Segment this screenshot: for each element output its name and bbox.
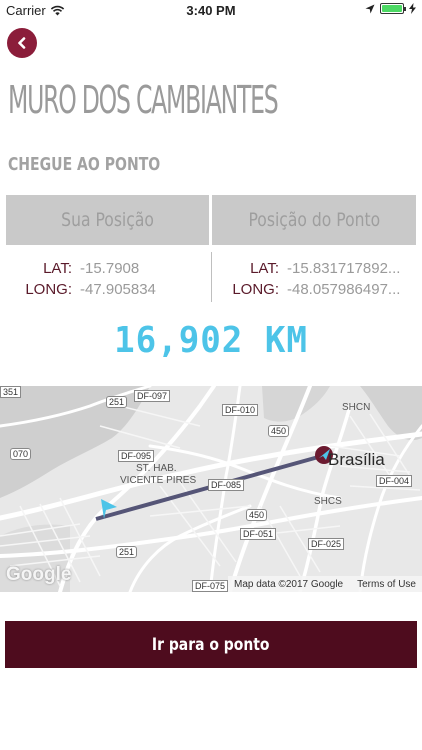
road-shield: DF-097 — [134, 390, 171, 402]
your-long-row: LONG: -47.905834 — [0, 279, 208, 300]
map-data-credit: Map data ©2017 Google — [234, 578, 344, 590]
back-button[interactable] — [7, 28, 37, 58]
road-shield: DF-095 — [118, 450, 155, 462]
charging-bolt-icon — [409, 3, 416, 14]
road-shield: DF-010 — [222, 404, 259, 416]
page-subtitle: CHEGUE AO PONTO — [8, 154, 161, 175]
map-label-district: ST. HAB. — [136, 463, 177, 474]
chevron-left-icon — [18, 37, 26, 49]
your-lat-row: LAT: -15.7908 — [0, 258, 208, 279]
map-view[interactable]: Brasília ST. HAB. VICENTE PIRES SHCN SHC… — [0, 386, 422, 592]
road-shield: DF-051 — [240, 528, 277, 540]
location-arrow-icon — [365, 4, 375, 13]
map-attribution-bar: Map data ©2017 Google Terms of Use — [228, 576, 422, 592]
road-shield: DF-025 — [308, 538, 345, 550]
point-lat-value: -15.831717892... — [287, 260, 401, 277]
map-label-city: Brasília — [328, 450, 385, 469]
road-shield: 450 — [268, 425, 290, 437]
go-to-point-label: Ir para o ponto — [152, 634, 270, 655]
go-to-point-button[interactable]: Ir para o ponto — [5, 621, 417, 668]
your-position-coords: LAT: -15.7908 LONG: -47.905834 — [0, 258, 208, 300]
road-shield: DF-004 — [376, 475, 413, 487]
point-position-coords: LAT: -15.831717892... LONG: -48.05798649… — [214, 258, 414, 300]
coords-divider — [211, 252, 212, 302]
point-position-header: Posição do Ponto — [212, 195, 416, 245]
distance-value: 16,902 KM — [114, 320, 308, 361]
road-shield: 251 — [106, 396, 128, 408]
your-position-header-label: Sua Posição — [61, 209, 154, 231]
map-label-shcn: SHCN — [342, 402, 371, 413]
point-long-value: -48.057986497... — [287, 281, 401, 298]
status-bar: Carrier 3:40 PM — [0, 0, 422, 22]
your-position-header: Sua Posição — [6, 195, 209, 245]
road-shield: 251 — [116, 546, 138, 558]
point-position-header-label: Posição do Ponto — [248, 209, 380, 231]
point-lat-label: LAT: — [250, 260, 279, 277]
point-lat-row: LAT: -15.831717892... — [214, 258, 414, 279]
map-label-district-2: VICENTE PIRES — [120, 475, 197, 486]
page-title: MURO DOS CAMBIANTES — [8, 78, 279, 122]
road-shield: 351 — [0, 386, 22, 398]
distance-display: 16,902 KM — [0, 320, 422, 361]
battery-icon — [380, 3, 406, 14]
map-label-shcs: SHCS — [314, 496, 342, 507]
point-long-row: LONG: -48.057986497... — [214, 279, 414, 300]
road-shield: 450 — [246, 509, 268, 521]
your-lat-label: LAT: — [43, 260, 72, 277]
point-long-label: LONG: — [232, 281, 279, 298]
your-long-label: LONG: — [25, 281, 72, 298]
road-shield: DF-075 — [192, 580, 229, 592]
terms-of-use-link[interactable]: Terms of Use — [357, 579, 416, 590]
your-long-value: -47.905834 — [80, 281, 156, 298]
status-time: 3:40 PM — [186, 3, 236, 18]
google-logo: Google — [6, 564, 72, 585]
road-shield: 070 — [10, 448, 32, 460]
status-right — [365, 3, 416, 14]
road-shield: DF-085 — [208, 479, 245, 491]
your-lat-value: -15.7908 — [80, 260, 140, 277]
